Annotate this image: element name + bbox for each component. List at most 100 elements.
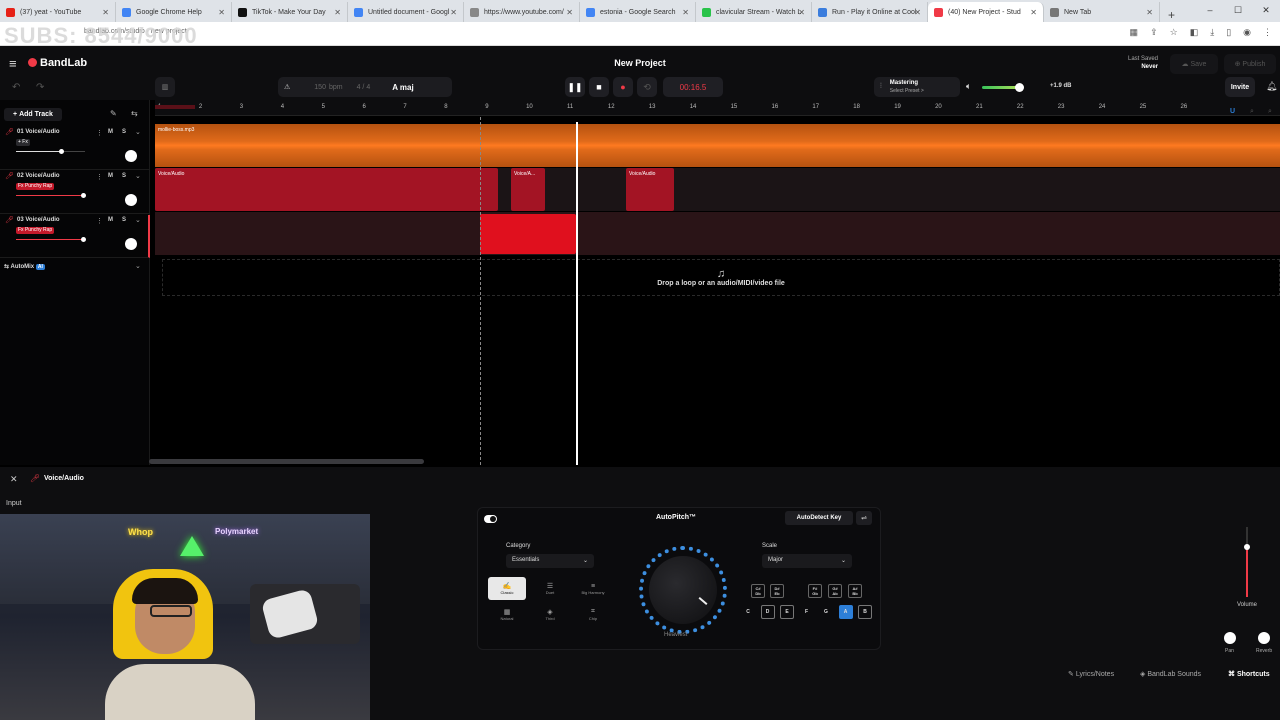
tab-close-icon[interactable]: ✕ — [682, 8, 689, 17]
share-icon[interactable]: ⇪ — [1150, 27, 1158, 38]
reverb-knob[interactable] — [1258, 632, 1270, 644]
note-key[interactable]: C — [741, 605, 755, 619]
category-option[interactable]: ≡ Big Harmony — [574, 577, 612, 600]
zoom-in-icon[interactable]: ⌕ — [1268, 108, 1272, 116]
volume-fader[interactable] — [1244, 527, 1250, 597]
add-track-button[interactable]: + Add Track — [4, 108, 62, 121]
shortcuts-button[interactable]: ⌘ Shortcuts — [1228, 670, 1270, 678]
new-tab-button[interactable]: + — [1160, 8, 1183, 22]
scale-dropdown[interactable]: Major ⌄ — [762, 554, 852, 568]
solo-button[interactable]: S — [122, 217, 126, 223]
time-signature[interactable]: 4 / 4 — [357, 84, 371, 91]
audio-clip[interactable]: Voice/A... — [511, 168, 545, 211]
track-name[interactable]: 03 Voice/Audio — [17, 217, 60, 223]
solo-button[interactable]: S — [122, 173, 126, 179]
bandlab-sounds-button[interactable]: ◈ BandLab Sounds — [1140, 670, 1201, 678]
pan-knob[interactable] — [1224, 632, 1236, 644]
zoom-out-icon[interactable]: ⌕ — [1250, 108, 1254, 116]
drop-zone[interactable]: ♫ Drop a loop or an audio/MIDI/video fil… — [162, 259, 1280, 296]
track-header[interactable]: 🎤︎ 03 Voice/Audio Fx Punchy Rap ⋮ M S ⌄ — [0, 215, 150, 258]
track-name[interactable]: 02 Voice/Audio — [17, 173, 60, 179]
timeline[interactable]: mollie-boss.mp3 Voice/Audio Voice/A... V… — [149, 117, 1280, 465]
category-dropdown[interactable]: Essentials ⌄ — [506, 554, 594, 568]
fx-tag[interactable]: Fx Punchy Rap — [16, 183, 55, 190]
publish-button[interactable]: ⊕ Publish — [1224, 54, 1276, 74]
track-pan-knob[interactable] — [125, 150, 137, 162]
browser-tab[interactable]: Untitled document - Googl ✕ — [348, 2, 464, 22]
tab-close-icon[interactable]: ✕ — [218, 8, 225, 17]
redo-icon[interactable]: ↷ — [36, 82, 44, 93]
note-key[interactable]: A — [838, 605, 853, 619]
undo-icon[interactable]: ↶ — [12, 82, 20, 93]
browser-tab[interactable]: Run - Play it Online at Cool ✕ — [812, 2, 928, 22]
browser-tab[interactable]: https://www.youtube.com/✕ — [464, 2, 580, 22]
tab-close-icon[interactable]: ✕ — [102, 8, 109, 17]
tab-close-icon[interactable]: ✕ — [334, 8, 341, 17]
loop-button[interactable]: ⟲ — [637, 77, 657, 97]
sharp-key[interactable]: F# Gb — [808, 584, 822, 598]
track-name[interactable]: 01 Voice/Audio — [17, 129, 60, 135]
equalizer-icon[interactable]: ▥ — [155, 77, 175, 97]
automix-row[interactable]: ⇆ AutoMix AI — [4, 263, 45, 270]
solo-button[interactable]: S — [122, 129, 126, 135]
sharp-key[interactable]: C# Db — [751, 584, 765, 598]
browser-tab[interactable]: Google Chrome Help ✕ — [116, 2, 232, 22]
note-key[interactable]: D — [760, 605, 775, 619]
track-volume-slider[interactable] — [16, 237, 86, 242]
speaker-icon[interactable]: 🔈︎ — [966, 81, 971, 92]
snap-tool-icon[interactable]: ⇆ — [131, 109, 138, 118]
fx-tag[interactable]: + Fx — [16, 139, 30, 146]
mastering-button[interactable]: ⫶ Mastering Select Preset > — [874, 77, 960, 97]
audio-clip[interactable]: Voice/Audio — [626, 168, 674, 211]
track-chevron-down-icon[interactable]: ⌄ — [135, 128, 141, 136]
tab-close-icon[interactable]: ✕ — [1146, 8, 1153, 17]
track-more-icon[interactable]: ⋮ — [96, 173, 103, 181]
category-option[interactable]: ⌗ Chip — [574, 603, 612, 626]
track-pan-knob[interactable] — [125, 194, 137, 206]
playhead[interactable] — [576, 122, 578, 465]
loop-marker[interactable] — [480, 117, 481, 465]
bpm-value[interactable]: 150 — [314, 84, 326, 91]
pencil-tool-icon[interactable]: ✎ — [110, 109, 117, 118]
mute-button[interactable]: M — [108, 217, 113, 223]
tab-close-icon[interactable]: ✕ — [1030, 8, 1037, 17]
metronome-icon[interactable]: ⚠ — [284, 83, 290, 91]
extensions-icon[interactable]: ▦ — [1130, 27, 1139, 38]
recording-clip[interactable] — [480, 214, 576, 254]
category-option[interactable]: ✍ Classic — [488, 577, 526, 600]
master-volume-slider[interactable] — [982, 83, 1024, 92]
sidepanel-icon[interactable]: ▯ — [1226, 27, 1231, 38]
tab-close-icon[interactable]: ✕ — [450, 8, 457, 17]
track-lane-3[interactable] — [155, 212, 1280, 255]
audio-clip[interactable]: Voice/Audio — [155, 168, 498, 211]
project-title[interactable]: New Project — [0, 58, 1280, 68]
stop-button[interactable]: ■ — [589, 77, 609, 97]
browser-menu-icon[interactable]: ⋮ — [1263, 27, 1272, 38]
track-volume-slider[interactable] — [16, 193, 86, 198]
tab-close-icon[interactable]: ✕ — [566, 8, 573, 17]
category-option[interactable]: ◈ Third — [531, 603, 569, 626]
browser-tab[interactable]: (40) New Project - Stud ✕ — [928, 2, 1044, 22]
track-chevron-down-icon[interactable]: ⌄ — [135, 172, 141, 180]
note-key[interactable]: F — [800, 605, 814, 619]
automix-chevron-down-icon[interactable]: ⌄ — [135, 262, 141, 270]
autopitch-settings-icon[interactable]: ⇌ — [856, 511, 872, 525]
mute-button[interactable]: M — [108, 173, 113, 179]
note-key[interactable]: E — [780, 605, 794, 619]
track-lane-1[interactable]: mollie-boss.mp3 — [155, 124, 1280, 167]
extension-puzzle-icon[interactable]: ◧ — [1190, 27, 1199, 38]
key-value[interactable]: A maj — [392, 83, 414, 92]
track-more-icon[interactable]: ⋮ — [96, 129, 103, 137]
autopitch-dial[interactable] — [639, 546, 727, 634]
sharp-key[interactable]: G# Ab — [828, 584, 842, 598]
record-button[interactable]: ● — [613, 77, 633, 97]
tab-close-icon[interactable]: ✕ — [914, 8, 921, 17]
minimize-icon[interactable]: – — [1196, 0, 1224, 20]
browser-tab[interactable]: (37) yeat - YouTube ✕ — [0, 2, 116, 22]
track-header[interactable]: 🎤︎ 01 Voice/Audio + Fx ⋮ M S ⌄ — [0, 127, 150, 170]
horizontal-scrollbar[interactable] — [149, 459, 424, 464]
category-option[interactable]: ▦ Natural — [488, 603, 526, 626]
browser-tab[interactable]: clavicular Stream - Watch L ✕ — [696, 2, 812, 22]
lyrics-notes-button[interactable]: ✎ Lyrics/Notes — [1068, 670, 1114, 678]
note-key[interactable]: G — [819, 605, 833, 619]
